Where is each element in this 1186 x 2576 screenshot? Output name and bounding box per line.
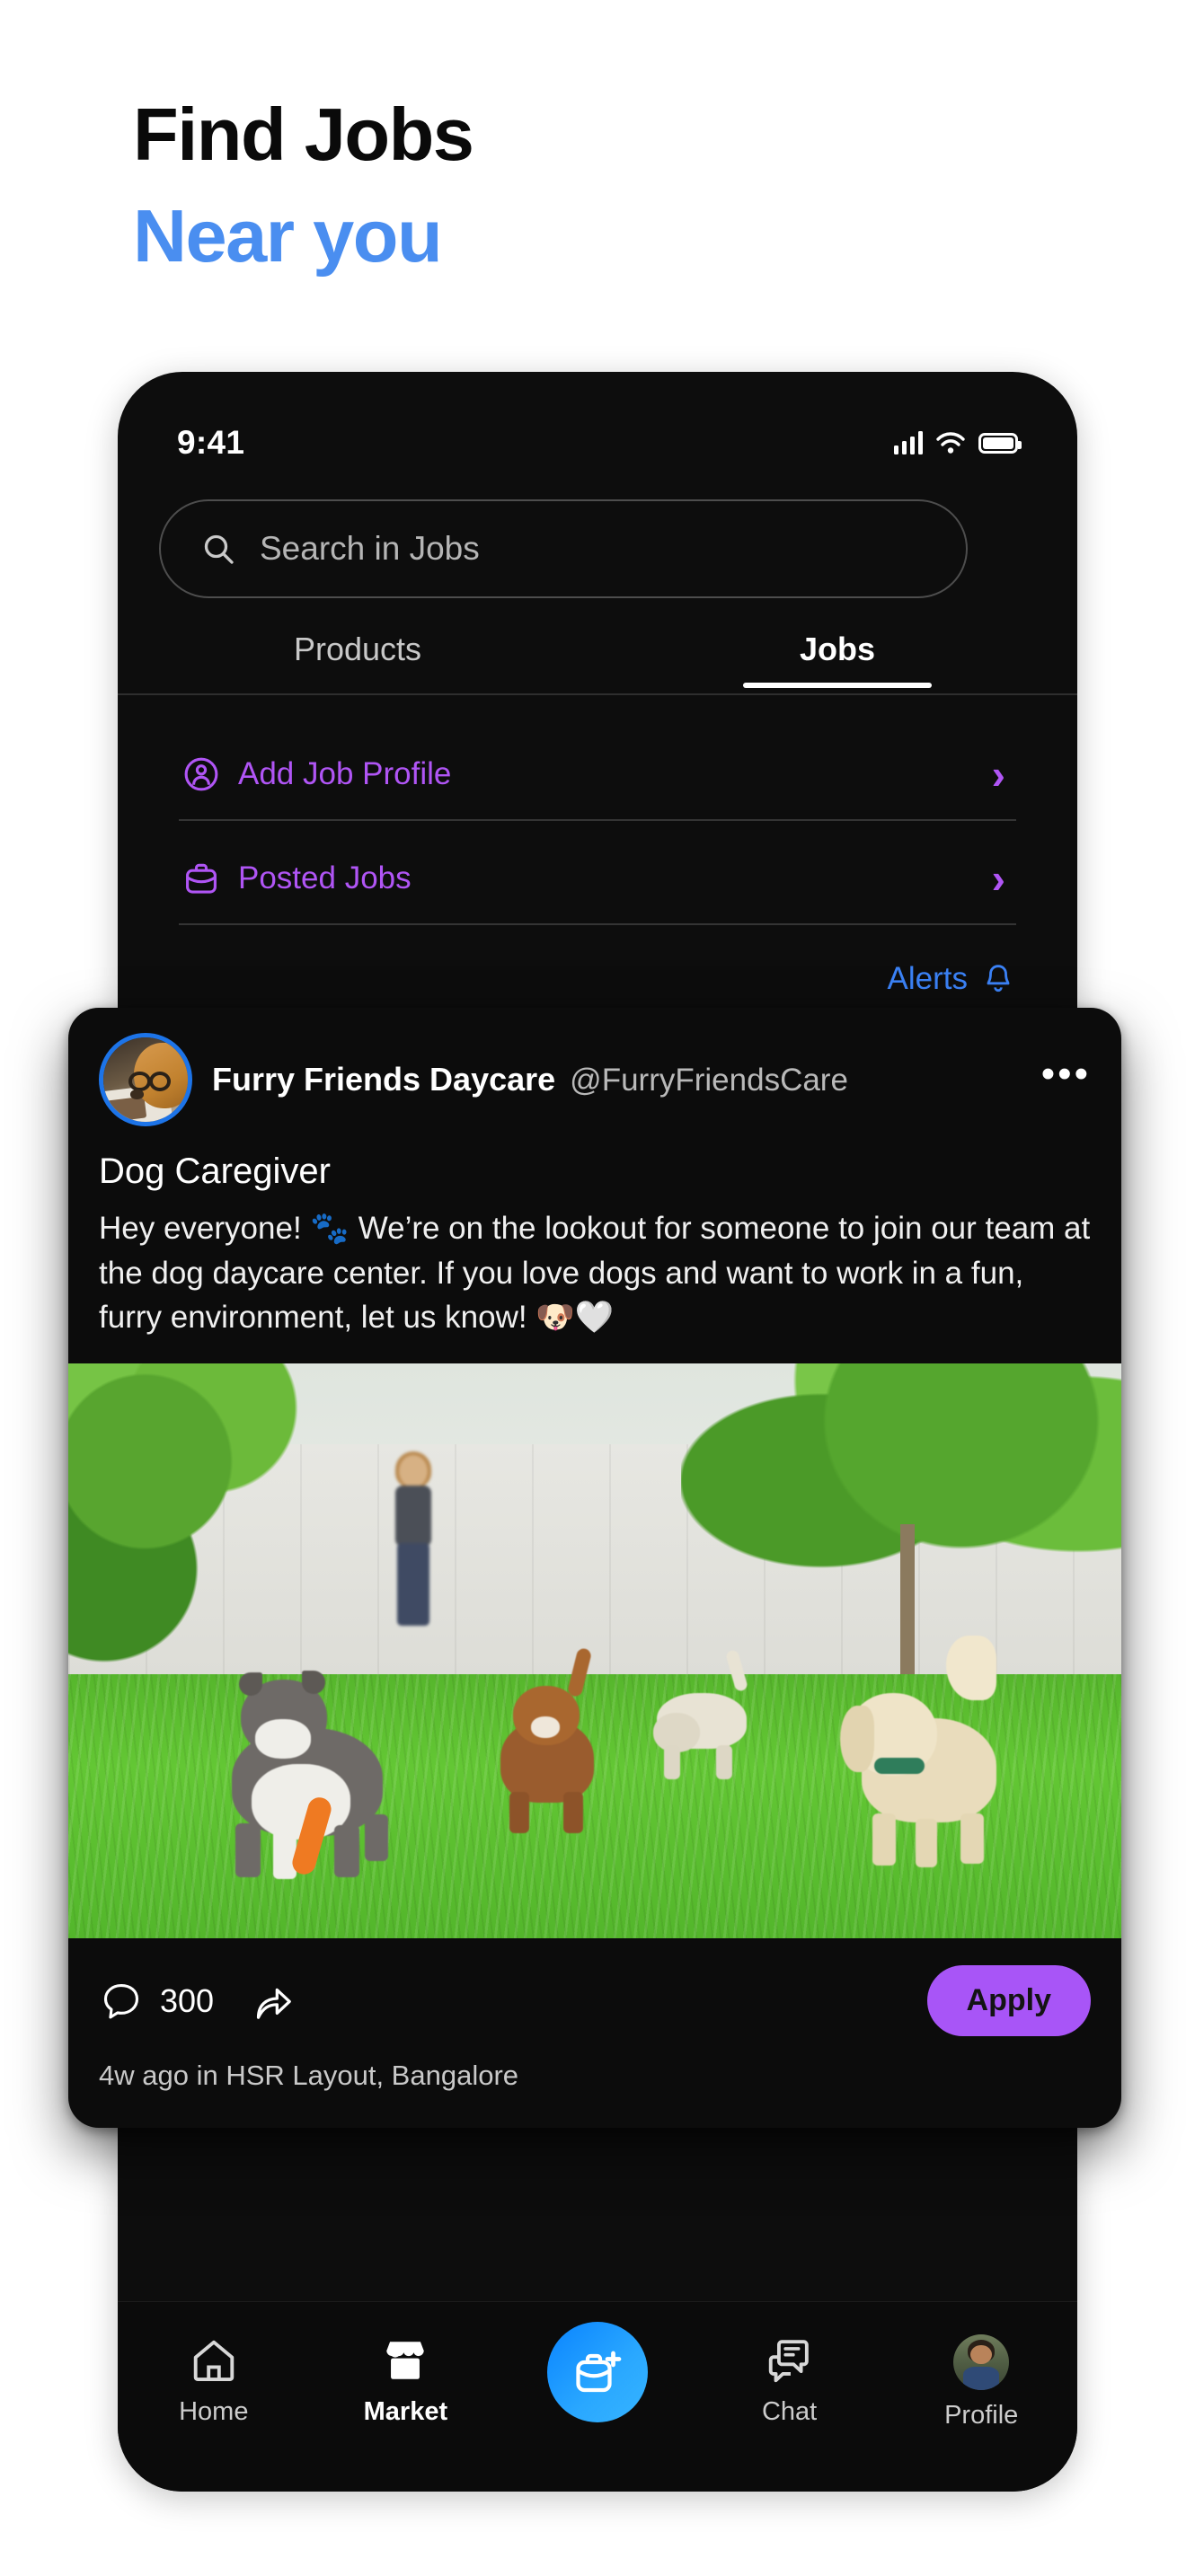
job-post-image[interactable] xyxy=(68,1363,1121,1939)
person-standing xyxy=(385,1451,442,1627)
dog-brown xyxy=(490,1646,606,1835)
status-bar-clock: 9:41 xyxy=(177,424,245,461)
alerts-button[interactable]: Alerts xyxy=(888,961,1016,997)
chevron-right-icon: › xyxy=(991,855,1005,902)
storefront-icon xyxy=(386,2342,425,2379)
quick-link-divider-2 xyxy=(179,923,1016,925)
tab-products[interactable]: Products xyxy=(118,631,597,688)
user-circle-icon xyxy=(179,754,224,794)
dog-cream xyxy=(839,1636,1016,1869)
tab-bar-divider xyxy=(118,693,1077,695)
status-bar: 9:41 xyxy=(118,411,1077,474)
chevron-right-icon: › xyxy=(991,751,1005,798)
briefcase-icon xyxy=(179,859,224,898)
apply-button[interactable]: Apply xyxy=(926,1965,1091,2037)
search-icon xyxy=(204,534,234,564)
nav-label-home: Home xyxy=(179,2397,249,2426)
profile-avatar-icon xyxy=(953,2334,1010,2390)
job-title: Dog Caregiver xyxy=(99,1151,331,1191)
page-root: Find Jobs Near you 9:41 Search in Jobs P… xyxy=(0,0,1186,2576)
nav-label-chat: Chat xyxy=(761,2397,818,2426)
page-headline: Find Jobs Near you xyxy=(133,97,942,273)
alerts-label: Alerts xyxy=(887,961,968,996)
quick-link-divider xyxy=(179,819,1016,821)
quick-link-label: Add Job Profile xyxy=(238,756,452,791)
quick-link-add-job-profile[interactable]: Add Job Profile › xyxy=(179,729,1016,819)
home-icon xyxy=(193,2340,235,2381)
battery-full-icon xyxy=(978,432,1022,454)
chat-bubbles-icon xyxy=(768,2340,809,2383)
comment-icon xyxy=(103,1983,139,2019)
comment-button[interactable]: 300 xyxy=(99,1979,214,2024)
job-post-header: Furry Friends Daycare @FurryFriendsCare … xyxy=(68,1008,1121,1135)
nav-item-market[interactable]: Market xyxy=(324,2334,486,2427)
author-handle: @FurryFriendsCare xyxy=(570,1063,848,1098)
nav-label-profile: Profile xyxy=(944,2401,1019,2430)
avatar[interactable] xyxy=(99,1033,192,1126)
job-post-actions: 300 Apply xyxy=(68,1938,1121,2042)
share-icon[interactable] xyxy=(250,1978,296,2025)
bell-icon xyxy=(987,965,1010,992)
cellular-bars-icon xyxy=(893,431,923,454)
author-name: Furry Friends Daycare xyxy=(212,1061,556,1098)
job-description: Hey everyone! 🐾 We’re on the lookout for… xyxy=(99,1211,1091,1336)
job-post-meta: 4w ago in HSR Layout, Bangalore xyxy=(99,2060,519,2092)
dog-white xyxy=(648,1649,757,1783)
nav-item-profile[interactable]: Profile xyxy=(900,2334,1062,2430)
bottom-navigation: Home Market Chat Profile xyxy=(118,2301,1077,2492)
left-foliage xyxy=(68,1363,320,1711)
wifi-icon xyxy=(936,432,965,454)
search-placeholder: Search in Jobs xyxy=(260,530,480,567)
nav-item-home[interactable]: Home xyxy=(133,2334,295,2427)
status-bar-icons xyxy=(893,431,1022,454)
quick-link-posted-jobs[interactable]: Posted Jobs › xyxy=(179,834,1016,923)
add-job-fab-icon[interactable] xyxy=(546,2322,648,2422)
nav-label-market: Market xyxy=(363,2397,448,2426)
tab-jobs[interactable]: Jobs xyxy=(597,631,1077,688)
author-info: Furry Friends Daycare @FurryFriendsCare xyxy=(212,1061,1022,1098)
comment-count: 300 xyxy=(160,1981,215,2019)
headline-line-1: Find Jobs xyxy=(133,93,474,176)
more-horizontal-icon[interactable]: ••• xyxy=(1041,1054,1091,1093)
nav-item-add-job[interactable] xyxy=(517,2322,678,2433)
dog-park-scene xyxy=(68,1363,1121,1939)
tab-bar: Products Jobs xyxy=(118,631,1077,688)
job-post-card[interactable]: Furry Friends Daycare @FurryFriendsCare … xyxy=(68,1008,1121,2129)
nav-item-chat[interactable]: Chat xyxy=(709,2334,871,2427)
search-input[interactable]: Search in Jobs xyxy=(159,499,968,598)
quick-link-label: Posted Jobs xyxy=(238,860,412,895)
headline-line-2: Near you xyxy=(133,194,443,278)
